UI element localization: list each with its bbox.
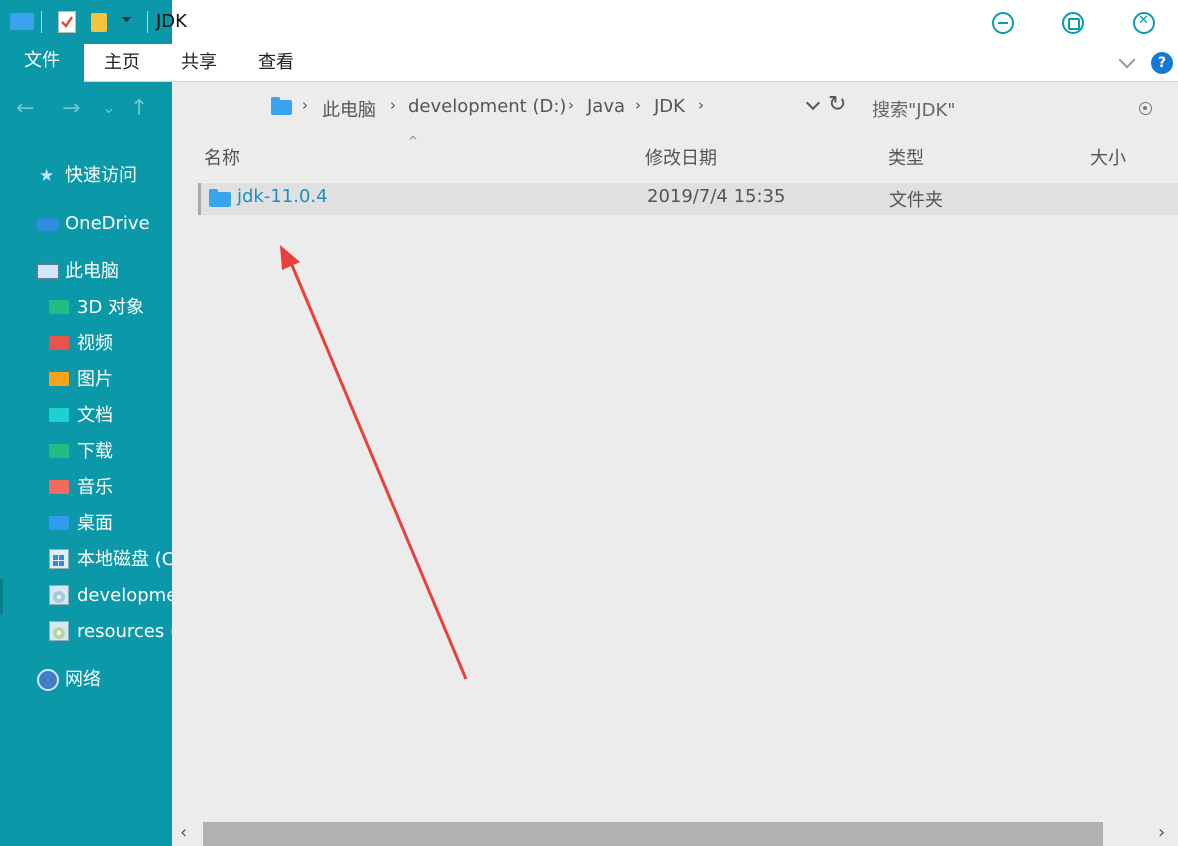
column-header-date[interactable]: 修改日期	[645, 144, 717, 170]
chevron-down-icon[interactable]	[806, 98, 820, 112]
sidebar-item-label: 图片	[77, 369, 113, 390]
sidebar-item-label: OneDrive	[65, 213, 150, 234]
sidebar-item-network[interactable]: 网络	[0, 665, 172, 695]
search-input[interactable]: 搜索"JDK"	[872, 96, 956, 122]
tab-home[interactable]: 主页	[104, 44, 140, 82]
file-list: ^ 名称 修改日期 类型 大小 jdk-11.0.4 2019/7/4 15:3…	[172, 134, 1178, 820]
tab-view[interactable]: 查看	[258, 44, 294, 82]
file-modified-date: 2019/7/4 15:35	[647, 186, 786, 207]
window-title: JDK	[156, 11, 187, 32]
breadcrumb-jdk[interactable]: JDK	[654, 96, 685, 117]
scroll-right-icon[interactable]: ›	[1158, 822, 1165, 843]
downloads-icon	[49, 444, 69, 458]
sidebar-item-label: 音乐	[77, 477, 113, 498]
horizontal-scrollbar[interactable]: ‹ ›	[172, 820, 1178, 846]
column-header-name[interactable]: 名称	[204, 144, 240, 170]
sidebar-item-development-d[interactable]: developme	[0, 581, 172, 611]
sidebar-item-label: 本地磁盘 (C	[77, 549, 172, 570]
folder-icon	[209, 189, 231, 207]
breadcrumb-separator: ›	[635, 96, 641, 114]
videos-icon	[49, 336, 69, 350]
separator	[147, 11, 148, 33]
help-icon[interactable]: ?	[1151, 52, 1173, 74]
computer-icon	[36, 263, 60, 280]
breadcrumb-separator: ›	[698, 96, 704, 114]
breadcrumb-development[interactable]: development (D:)	[408, 96, 566, 117]
column-header-type[interactable]: 类型	[888, 144, 924, 170]
sidebar-item-label: 此电脑	[65, 261, 119, 282]
sidebar-item-quick-access[interactable]: ★ 快速访问	[0, 161, 172, 191]
documents-icon	[49, 408, 69, 422]
sidebar-item-label: 桌面	[77, 513, 113, 534]
column-header-size[interactable]: 大小	[1090, 144, 1126, 170]
selection-indicator	[0, 579, 3, 615]
search-options-icon[interactable]	[1139, 102, 1152, 115]
new-folder-icon[interactable]	[91, 13, 107, 32]
sort-ascending-icon: ^	[408, 134, 419, 148]
network-globe-icon	[37, 669, 59, 691]
file-name[interactable]: jdk-11.0.4	[237, 186, 328, 207]
close-button[interactable]	[1133, 12, 1155, 34]
file-type: 文件夹	[889, 190, 943, 211]
window-folder-icon	[10, 13, 34, 30]
forward-icon[interactable]: →	[62, 96, 80, 121]
recent-locations-icon[interactable]: ⌄	[102, 98, 115, 117]
sidebar-item-label: 网络	[65, 669, 101, 690]
minimize-button[interactable]	[992, 12, 1014, 34]
breadcrumb-separator: ›	[390, 96, 396, 114]
sidebar-item-music[interactable]: 音乐	[0, 473, 172, 503]
title-bar: ⏷ JDK	[0, 0, 1178, 44]
pictures-icon	[49, 372, 69, 386]
sidebar-item-local-disk-c[interactable]: 本地磁盘 (C	[0, 545, 172, 575]
sidebar-item-label: 视频	[77, 333, 113, 354]
scrollbar-thumb[interactable]	[203, 822, 1103, 846]
quick-access-dropdown-icon[interactable]: ⏷	[121, 12, 132, 28]
properties-icon[interactable]	[58, 11, 76, 33]
sidebar-item-3d-objects[interactable]: 3D 对象	[0, 293, 172, 323]
sidebar-item-documents[interactable]: 文档	[0, 401, 172, 431]
tab-share[interactable]: 共享	[181, 44, 217, 82]
sidebar-item-label: 快速访问	[65, 165, 137, 186]
sidebar-item-desktop[interactable]: 桌面	[0, 509, 172, 539]
sidebar-item-label: developme	[77, 585, 172, 606]
breadcrumb-separator: ›	[302, 96, 308, 114]
3d-objects-icon	[49, 300, 69, 314]
up-icon[interactable]: ↑	[130, 96, 148, 121]
breadcrumb-this-pc[interactable]: 此电脑	[322, 96, 376, 122]
windows-drive-icon	[49, 549, 69, 569]
table-row[interactable]: jdk-11.0.4 2019/7/4 15:35 文件夹	[198, 183, 1178, 215]
sidebar-item-label: 文档	[77, 405, 113, 426]
sidebar-item-downloads[interactable]: 下载	[0, 437, 172, 467]
sidebar-item-onedrive[interactable]: OneDrive	[0, 209, 172, 239]
star-icon: ★	[39, 166, 55, 186]
sidebar-item-label: 下载	[77, 441, 113, 462]
refresh-icon[interactable]: ↻	[828, 92, 846, 117]
separator	[41, 11, 42, 33]
scroll-left-icon[interactable]: ‹	[180, 822, 187, 843]
disc-drive-icon	[49, 585, 69, 605]
address-bar[interactable]: › 此电脑 › development (D:) › Java › JDK › …	[172, 82, 1178, 134]
folder-icon	[271, 97, 292, 115]
cloud-icon	[36, 218, 60, 231]
disc-drive-icon	[49, 621, 69, 641]
music-icon	[49, 480, 69, 494]
maximize-button[interactable]	[1062, 12, 1084, 34]
expand-ribbon-icon[interactable]	[1118, 52, 1138, 72]
sidebar-item-this-pc[interactable]: 此电脑	[0, 257, 172, 287]
tab-file[interactable]: 文件	[0, 44, 84, 82]
back-icon[interactable]: ←	[16, 96, 34, 121]
sidebar-item-label: resources (	[77, 621, 172, 642]
sidebar-item-pictures[interactable]: 图片	[0, 365, 172, 395]
sidebar-item-label: 3D 对象	[77, 297, 145, 318]
navigation-pane: ← → ⌄ ↑ ★ 快速访问 OneDrive 此电脑 3D 对象 视频 图片 …	[0, 82, 172, 846]
sidebar-item-resources[interactable]: resources (	[0, 617, 172, 647]
breadcrumb-separator: ›	[568, 96, 574, 114]
breadcrumb-java[interactable]: Java	[587, 96, 625, 117]
sidebar-item-videos[interactable]: 视频	[0, 329, 172, 359]
desktop-icon	[49, 516, 69, 530]
ribbon-tabs: 文件 主页 共享 查看 ?	[0, 44, 1178, 82]
